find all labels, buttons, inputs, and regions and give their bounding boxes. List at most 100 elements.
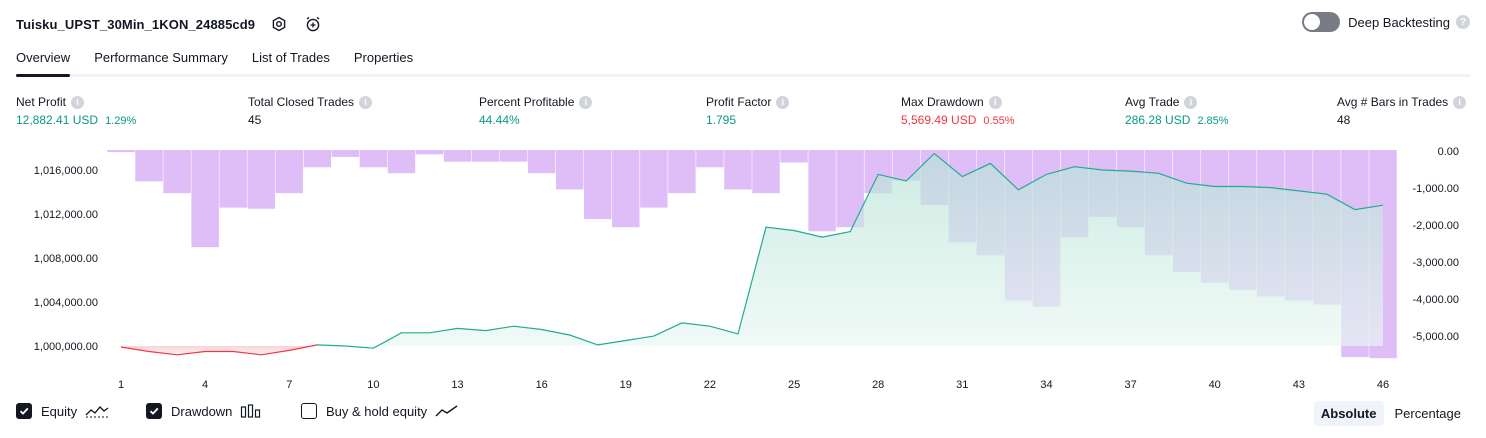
absolute-button[interactable]: Absolute [1313, 401, 1384, 426]
metric-label: Avg Trade [1125, 95, 1180, 109]
legend-buy-hold[interactable]: Buy & hold equity [301, 403, 459, 419]
x-tick-label: 34 [1040, 379, 1052, 391]
metric-value: 5,569.49 USD [901, 113, 977, 127]
info-icon[interactable]: i [359, 95, 373, 109]
x-tick-label: 28 [872, 379, 884, 391]
x-tick-label: 16 [536, 379, 548, 391]
drawdown-bar [331, 150, 360, 157]
drawdown-bar [724, 150, 752, 190]
drawdown-bar [668, 150, 696, 194]
toggle-knob [1304, 14, 1321, 30]
settings-icon[interactable] [269, 14, 289, 34]
metric-percent: 0.55% [983, 115, 1015, 127]
x-tick-label: 1 [118, 379, 124, 391]
tab-bar: Overview Performance Summary List of Tra… [16, 44, 1470, 77]
info-icon[interactable]: i [988, 95, 1002, 109]
drawdown-bar [640, 150, 668, 208]
metric-value: 12,882.41 USD [16, 113, 99, 127]
deep-backtesting-control: Deep Backtesting ? [1302, 12, 1470, 32]
drawdown-bar [499, 150, 528, 162]
metric-value: 44.44% [479, 113, 520, 127]
info-icon[interactable]: i [776, 95, 790, 109]
y-right-tick-label: -3,000.00 [1413, 257, 1459, 269]
help-icon[interactable]: ? [1456, 15, 1470, 29]
metric-profit-factor: Profit Factor i 1.795 [706, 94, 790, 127]
drawdown-bar [555, 150, 584, 190]
metric-label: Net Profit [16, 95, 67, 109]
info-icon[interactable]: i [1184, 95, 1198, 109]
buy-hold-line-icon [435, 404, 459, 418]
x-tick-label: 4 [202, 379, 208, 391]
drawdown-bar [163, 150, 191, 194]
deep-backtesting-toggle[interactable] [1302, 12, 1341, 32]
y-right-tick-label: -4,000.00 [1413, 294, 1459, 306]
drawdown-bar [359, 150, 388, 168]
info-icon[interactable]: i [1453, 95, 1467, 109]
x-tick-label: 31 [956, 379, 968, 391]
equity-checkbox[interactable] [16, 403, 32, 419]
strategy-title: Tuisku_UPST_30Min_1KON_24885cd9 [16, 16, 256, 32]
drawdown-bar [191, 150, 219, 248]
metric-label: Avg # Bars in Trades [1337, 95, 1449, 109]
info-icon[interactable]: i [71, 95, 85, 109]
metric-avg-bars: Avg # Bars in Trades i 48 [1337, 94, 1467, 127]
metric-percent-profitable: Percent Profitable i 44.44% [479, 94, 593, 127]
tab-overview[interactable]: Overview [16, 44, 71, 77]
strategy-header: Tuisku_UPST_30Min_1KON_24885cd9 [16, 12, 323, 36]
drawdown-bar [808, 150, 836, 232]
tab-properties[interactable]: Properties [354, 44, 413, 74]
tab-performance-summary[interactable]: Performance Summary [94, 44, 228, 74]
equity-line-icon [85, 404, 109, 418]
drawdown-bar [387, 150, 416, 174]
metric-value: 45 [248, 113, 262, 127]
drawdown-bar [303, 150, 332, 168]
x-tick-label: 25 [788, 379, 800, 391]
metric-label: Profit Factor [706, 95, 772, 109]
drawdown-bar [471, 150, 500, 162]
x-tick-label: 46 [1377, 379, 1389, 391]
drawdown-bars-icon [240, 404, 262, 418]
drawdown-bar [780, 150, 808, 163]
x-tick-label: 43 [1293, 379, 1305, 391]
deep-backtesting-label: Deep Backtesting [1348, 14, 1450, 30]
y-right-tick-label: 0.00 [1438, 146, 1459, 158]
metric-label: Total Closed Trades [248, 95, 355, 109]
metric-percent: 2.85% [1197, 115, 1229, 127]
x-tick-label: 19 [620, 379, 632, 391]
equity-loss-fill [121, 344, 318, 355]
x-tick-label: 22 [704, 379, 716, 391]
metric-label: Percent Profitable [479, 95, 575, 109]
metric-total-closed-trades: Total Closed Trades i 45 [248, 94, 373, 127]
drawdown-bar [247, 150, 275, 209]
percentage-button[interactable]: Percentage [1388, 401, 1469, 426]
legend-label: Drawdown [171, 403, 233, 419]
tab-list-of-trades[interactable]: List of Trades [252, 44, 330, 74]
x-tick-label: 37 [1124, 379, 1136, 391]
legend-drawdown[interactable]: Drawdown [146, 403, 262, 419]
drawdown-bar [752, 150, 780, 194]
drawdown-bar [135, 150, 163, 182]
drawdown-bar [612, 150, 640, 228]
metric-value: 1.795 [706, 113, 737, 127]
y-left-tick-label: 1,016,000.00 [34, 165, 98, 177]
add-alert-icon[interactable] [303, 14, 323, 34]
drawdown-checkbox[interactable] [146, 403, 162, 419]
y-right-tick-label: -1,000.00 [1413, 183, 1459, 195]
y-left-tick-label: 1,000,000.00 [34, 341, 98, 353]
y-left-tick-label: 1,012,000.00 [34, 209, 98, 221]
drawdown-bar [584, 150, 612, 220]
legend-equity[interactable]: Equity [16, 403, 109, 419]
x-tick-label: 40 [1209, 379, 1221, 391]
scale-toggle: Absolute Percentage [1310, 401, 1468, 426]
y-left-tick-label: 1,008,000.00 [34, 253, 98, 265]
info-icon[interactable]: i [579, 95, 593, 109]
drawdown-bar [527, 150, 556, 174]
equity-drawdown-chart[interactable]: 1,016,000.00 1,012,000.00 1,008,000.00 1,00… [0, 140, 1486, 398]
metric-label: Max Drawdown [901, 95, 984, 109]
drawdown-bar [415, 150, 444, 155]
drawdown-bar [275, 150, 303, 194]
metric-avg-trade: Avg Trade i 286.28 USD 2.85% [1125, 94, 1229, 127]
legend-label: Equity [41, 403, 78, 419]
buy-hold-checkbox[interactable] [301, 403, 317, 419]
x-tick-label: 10 [367, 379, 379, 391]
